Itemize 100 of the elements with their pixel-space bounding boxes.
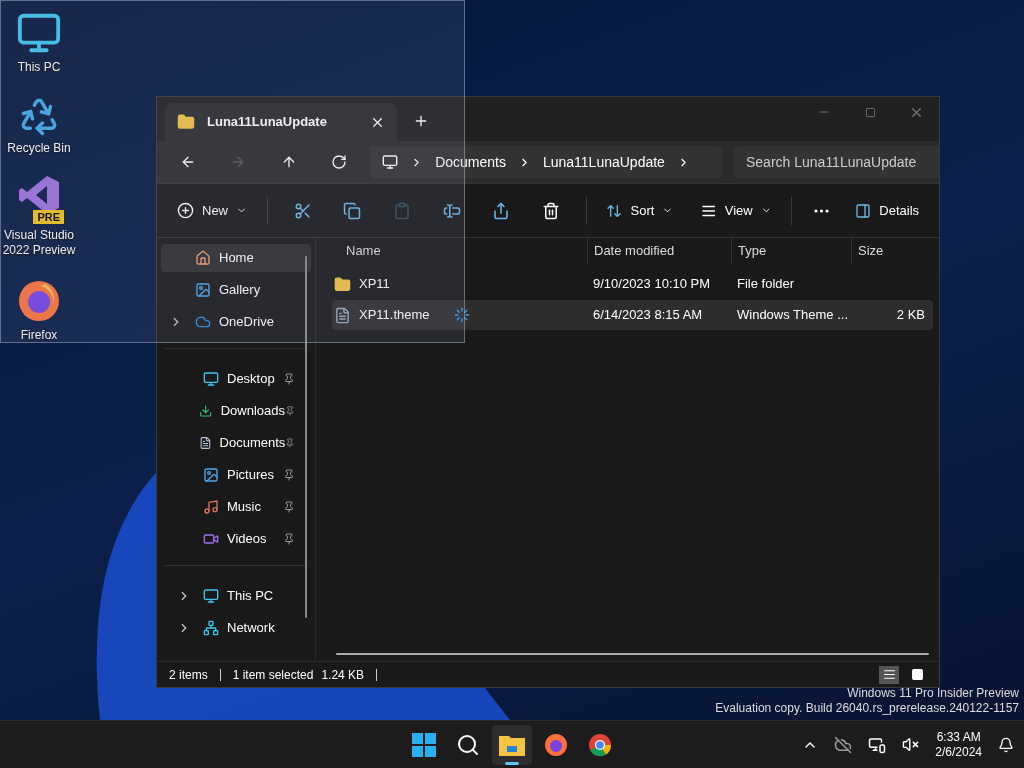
desktop-icon[interactable]: PRE Visual Studio 2022 Preview — [0, 172, 78, 262]
active-indicator — [505, 761, 519, 765]
download-icon — [199, 403, 213, 419]
sidebar-item-label: Documents — [219, 434, 286, 453]
column-header[interactable]: Type — [731, 238, 851, 264]
type-cell-text: File folder — [736, 275, 796, 294]
sidebar-item[interactable]: Videos — [169, 525, 303, 553]
sidebar-item[interactable]: Documents — [169, 429, 303, 457]
sidebar-item[interactable]: Network — [169, 614, 303, 642]
firefox-logo-icon — [544, 732, 568, 757]
desktop-icon[interactable]: Firefox — [0, 274, 78, 347]
pin-icon — [283, 469, 295, 481]
cloud-off-icon[interactable] — [834, 735, 853, 754]
details-button[interactable]: Details — [847, 194, 928, 227]
theme-file-icon — [334, 306, 351, 324]
file-row[interactable]: XP11 9/10/2023 10:10 PM File folder — [332, 269, 933, 299]
plus-circle-icon — [177, 202, 194, 219]
details-view-toggle[interactable] — [879, 665, 899, 684]
chrome-logo-icon — [588, 732, 612, 757]
sidebar-item[interactable]: This PC — [169, 582, 303, 610]
sidebar-item[interactable]: Home — [161, 244, 311, 272]
watermark-text: Windows 11 Pro Insider Preview — [847, 686, 1019, 701]
view-button[interactable]: View — [693, 194, 780, 227]
window-tab[interactable]: Luna11LunaUpdate — [165, 103, 397, 141]
horizontal-scrollbar-thumb[interactable] — [336, 653, 929, 655]
desktop-icon-label: Visual Studio 2022 Preview — [1, 228, 77, 258]
sort-button[interactable]: Sort — [598, 194, 682, 227]
desktop-icon[interactable]: Recycle Bin — [0, 91, 78, 160]
clock-time: 6:33 AM — [936, 729, 981, 745]
music-note-icon — [203, 499, 219, 515]
pin-icon — [283, 533, 295, 545]
date-cell-text: 6/14/2023 8:15 AM — [592, 306, 704, 325]
pin-icon — [283, 501, 295, 513]
column-header[interactable]: Size — [851, 238, 931, 264]
sidebar-item[interactable]: Downloads — [169, 397, 303, 425]
cloud-icon — [195, 314, 211, 330]
folder-icon — [177, 113, 195, 131]
folder-icon — [334, 275, 351, 293]
sort-arrows-icon — [606, 202, 623, 219]
document-icon — [198, 435, 212, 451]
rename-icon[interactable] — [442, 201, 461, 220]
scrollbar-thumb[interactable] — [305, 256, 307, 618]
scissors-icon[interactable] — [293, 201, 312, 220]
sidebar-item-label: Gallery — [219, 281, 262, 300]
sidebar-item-label: This PC — [227, 587, 275, 606]
date-cell-text: 9/10/2023 10:10 PM — [592, 275, 712, 294]
square-icon — [910, 668, 924, 681]
sidebar-item-label: OneDrive — [219, 313, 275, 332]
address-bar[interactable]: Documents Luna11LunaUpdate — [370, 146, 722, 178]
windows-logo-icon — [412, 732, 436, 757]
file-name: XP11.theme — [359, 306, 430, 325]
tab-title: Luna11LunaUpdate — [207, 113, 328, 132]
sidebar-item-label: Desktop — [227, 370, 276, 389]
pin-icon — [285, 437, 295, 449]
clock[interactable]: 6:33 AM 2/6/2024 — [935, 729, 982, 760]
monitor-icon — [203, 588, 219, 604]
preview-badge: PRE — [33, 210, 64, 224]
pin-icon — [283, 373, 295, 385]
column-header[interactable]: Date modified — [587, 238, 731, 264]
column-header[interactable]: Name — [332, 238, 587, 264]
clock-date: 2/6/2024 — [935, 744, 982, 760]
volume-muted-icon[interactable] — [902, 736, 920, 753]
copy-icon[interactable] — [343, 201, 362, 220]
sidebar-item-label: Home — [219, 249, 255, 268]
picture-icon — [203, 467, 219, 483]
desktop-icon[interactable]: This PC — [0, 6, 78, 79]
size-cell-text: 2 KB — [895, 306, 925, 325]
maximize-icon[interactable] — [864, 106, 876, 118]
trash-icon[interactable] — [541, 201, 560, 220]
network-status-icon[interactable] — [868, 735, 887, 754]
file-row[interactable]: XP11.theme 6/14/2023 8:15 AM Windows Theme ... 2 KB — [332, 300, 933, 330]
house-icon — [195, 250, 211, 266]
search-icon — [456, 732, 480, 757]
item-count: 2 items — [169, 666, 208, 684]
selection-size: 1.24 KB — [321, 666, 365, 684]
breadcrumb-item[interactable]: Documents — [435, 151, 506, 173]
monitor-icon — [203, 371, 219, 387]
sidebar-item[interactable]: Pictures — [169, 461, 303, 489]
share-icon[interactable] — [492, 201, 511, 220]
desktop-icon-label: Firefox — [20, 328, 58, 343]
new-tab-icon[interactable] — [413, 113, 429, 129]
desktop-icon-label: Recycle Bin — [7, 141, 71, 156]
sidebar-item[interactable]: Desktop — [169, 365, 303, 393]
sidebar-item[interactable]: Gallery — [161, 276, 311, 304]
picture-icon — [195, 282, 211, 298]
notification-bell-icon[interactable] — [998, 736, 1014, 753]
breadcrumb-item[interactable]: Luna11LunaUpdate — [542, 151, 665, 173]
search-field[interactable]: Search Luna11LunaUpdate — [734, 146, 939, 178]
sidebar-item[interactable]: Music — [169, 493, 303, 521]
sidebar-item[interactable]: OneDrive — [161, 308, 311, 336]
type-cell-text: Windows Theme ... — [736, 306, 850, 325]
details-pane-icon — [855, 202, 872, 219]
firefox-logo-icon — [16, 278, 62, 324]
taskbar-app-button[interactable] — [492, 724, 532, 765]
pin-icon — [285, 405, 295, 417]
network-icon — [203, 620, 219, 636]
file-name: XP11 — [359, 275, 390, 294]
new-button[interactable]: New — [169, 194, 255, 227]
refresh-icon[interactable] — [331, 154, 347, 170]
monitor-icon — [382, 154, 399, 170]
